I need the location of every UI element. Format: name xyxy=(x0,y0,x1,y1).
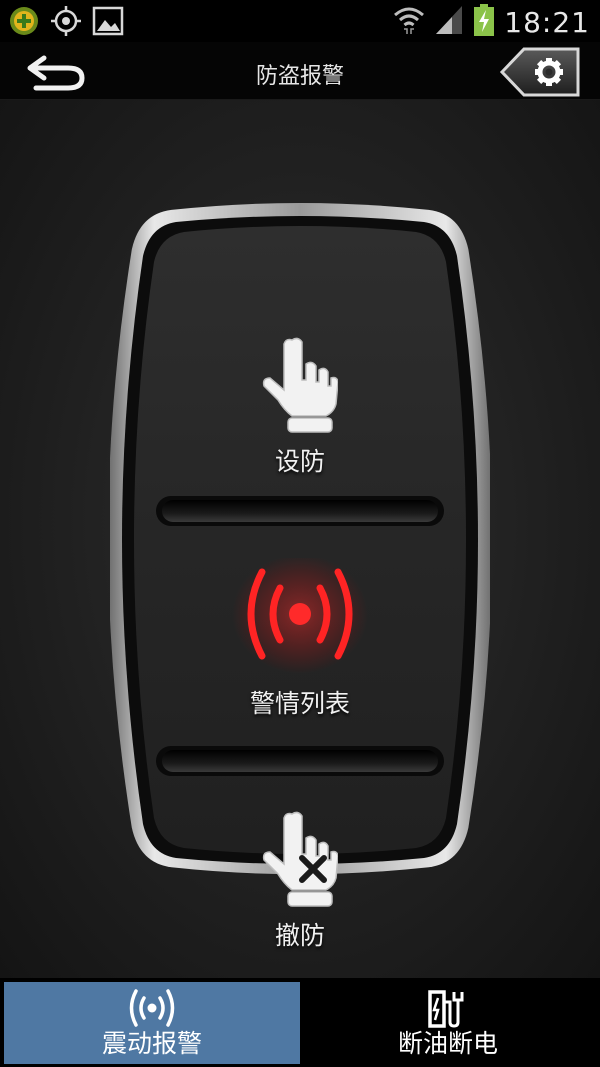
tab-vibration-alarm-label: 震动报警 xyxy=(101,1029,202,1058)
alarm-signal-icon xyxy=(228,554,372,686)
main-area: 设防 警情列表 撤防 xyxy=(0,100,600,978)
header: 防盗报警 xyxy=(0,42,600,100)
signal-icon xyxy=(434,4,464,40)
gallery-icon xyxy=(92,6,124,40)
status-bar: 18:21 xyxy=(0,0,600,42)
bottom-nav: 震动报警 断油断电 xyxy=(0,978,600,1067)
tab-fuel-power-cut-label: 断油断电 xyxy=(397,1029,498,1058)
wifi-icon xyxy=(392,3,426,41)
app-badge-icon xyxy=(8,5,40,41)
clock: 18:21 xyxy=(504,5,590,39)
gps-icon xyxy=(50,5,82,41)
alarm-list-label: 警情列表 xyxy=(249,689,350,718)
settings-button[interactable] xyxy=(499,47,582,97)
disarm-label: 撤防 xyxy=(274,921,325,950)
gear-icon xyxy=(499,47,582,101)
tab-fuel-power-cut[interactable]: 断油断电 xyxy=(300,982,596,1064)
tab-vibration-alarm[interactable]: 震动报警 xyxy=(4,982,300,1064)
battery-charging-icon xyxy=(472,3,496,41)
alarm-list-button[interactable]: 警情列表 xyxy=(150,530,450,744)
arm-label: 设防 xyxy=(274,447,325,476)
remote-control: 设防 警情列表 撤防 xyxy=(110,200,490,950)
hand-pointer-icon xyxy=(262,334,339,438)
arm-button[interactable]: 设防 xyxy=(150,230,450,492)
hand-pointer-cancel-icon xyxy=(262,808,339,912)
